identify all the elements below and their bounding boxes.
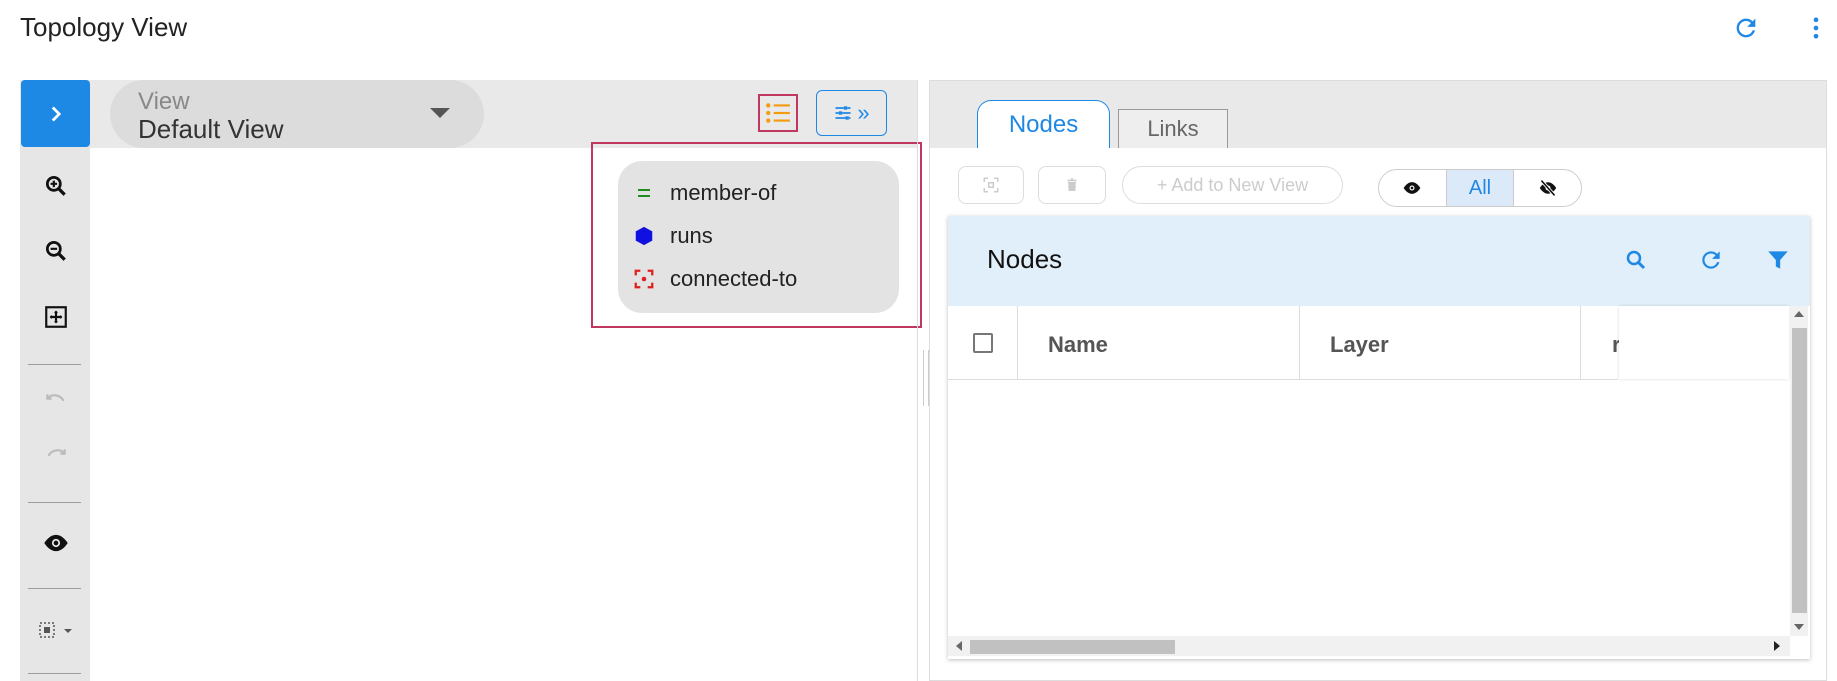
legend-label: member-of: [670, 180, 777, 205]
scroll-right-arrow-icon[interactable]: [1774, 641, 1780, 651]
legend-toggle-button[interactable]: [758, 94, 798, 132]
focus-icon: [983, 177, 999, 193]
eye-icon: [1403, 182, 1421, 194]
select-all-checkbox[interactable]: [973, 333, 993, 353]
filter-button[interactable]: [1762, 244, 1794, 276]
dropdown-arrow-icon: [430, 108, 450, 118]
list-legend-icon: [766, 103, 790, 123]
nodes-table-title: Nodes: [987, 244, 1063, 274]
delete-button[interactable]: [1038, 166, 1106, 204]
column-header-layer[interactable]: Layer: [1330, 332, 1389, 358]
panel-border: [917, 80, 918, 681]
expand-panel-button[interactable]: [21, 80, 90, 147]
eye-icon: [43, 534, 68, 552]
layout-menu-button[interactable]: [21, 605, 90, 655]
trash-icon: [1067, 178, 1077, 191]
more-vert-icon[interactable]: [1798, 10, 1834, 46]
toolbar-divider: [28, 588, 81, 589]
eye-off-icon: [1539, 179, 1556, 197]
show-visible-button[interactable]: [1379, 170, 1446, 206]
equals-icon: [632, 181, 656, 205]
search-button[interactable]: [1620, 244, 1652, 276]
double-chevron-right-icon: »: [857, 100, 870, 125]
legend-item-runs: runs: [632, 222, 713, 250]
legend-label: connected-to: [670, 266, 798, 291]
toolbar-divider: [28, 673, 81, 674]
page-title: Topology View: [20, 12, 188, 42]
legend-label: runs: [670, 223, 713, 248]
legend-item-member-of: member-of: [632, 179, 776, 207]
vertical-scroll-thumb[interactable]: [1792, 328, 1807, 613]
focus-square-icon: [632, 267, 656, 291]
horizontal-scroll-thumb[interactable]: [970, 640, 1175, 654]
refresh-icon[interactable]: [1728, 10, 1764, 46]
tab-links[interactable]: Links: [1118, 109, 1228, 148]
fit-to-screen-icon: [44, 306, 67, 328]
column-divider: [1580, 306, 1581, 379]
toolbar-divider: [28, 502, 81, 503]
nodes-table-header: [948, 216, 1810, 306]
fit-view-button[interactable]: [21, 292, 90, 342]
hexagon-icon: [632, 224, 656, 248]
view-selector[interactable]: View Default View: [110, 80, 484, 148]
column-divider: [1299, 306, 1300, 379]
scroll-left-arrow-icon[interactable]: [956, 641, 962, 651]
legend-item-connected-to: connected-to: [632, 265, 797, 293]
search-icon: [1626, 250, 1646, 270]
column-header-name[interactable]: Name: [1048, 332, 1108, 358]
scroll-down-arrow-icon[interactable]: [1794, 624, 1804, 630]
graph-settings-button[interactable]: »: [816, 90, 887, 136]
zoom-out-icon: [45, 240, 66, 261]
column-divider: [1017, 306, 1018, 379]
fit-selected-button[interactable]: [958, 166, 1024, 204]
visibility-filter: All: [1378, 169, 1582, 207]
redo-button[interactable]: [21, 433, 90, 483]
undo-icon: [45, 394, 65, 402]
toolbar-divider: [28, 364, 81, 365]
view-selector-value: Default View: [138, 114, 284, 144]
tune-icon: [835, 106, 851, 120]
table-refresh-button[interactable]: [1695, 244, 1727, 276]
tab-nodes[interactable]: Nodes: [977, 100, 1110, 148]
zoom-in-icon: [45, 175, 66, 196]
zoom-in-button[interactable]: [21, 161, 90, 211]
show-all-button[interactable]: All: [1445, 170, 1515, 206]
redo-icon: [46, 449, 66, 457]
chevron-right-icon: [51, 106, 61, 121]
zoom-out-button[interactable]: [21, 226, 90, 276]
add-to-new-view-button[interactable]: + Add to New View: [1122, 166, 1343, 204]
undo-button[interactable]: [21, 378, 90, 428]
show-hidden-button[interactable]: [1514, 170, 1581, 206]
view-selector-label: View: [138, 88, 190, 115]
visibility-button[interactable]: [21, 518, 90, 568]
refresh-icon: [1702, 251, 1720, 269]
column-overlay: [1619, 306, 1789, 379]
scroll-up-arrow-icon[interactable]: [1794, 311, 1804, 317]
grid-layout-icon: [38, 622, 72, 638]
filter-icon: [1768, 251, 1788, 269]
